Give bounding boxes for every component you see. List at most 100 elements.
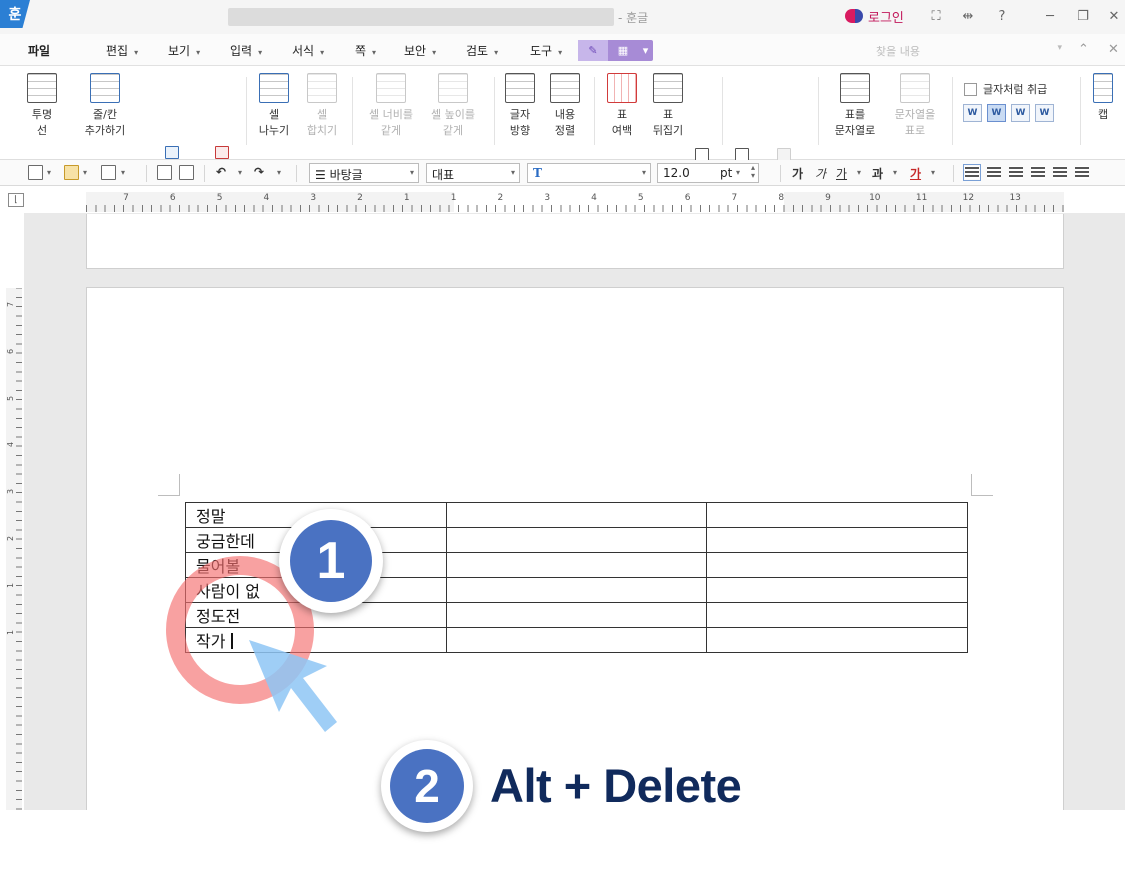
collapse-ribbon-icon[interactable]: ⌃ xyxy=(1078,42,1089,57)
save-icon[interactable] xyxy=(101,165,116,180)
chevron-down-icon[interactable]: ▾ xyxy=(857,168,861,177)
align-center-icon[interactable] xyxy=(1008,165,1024,180)
content-align-icon xyxy=(550,73,580,103)
table-cell[interactable] xyxy=(446,577,707,603)
table-layout-tab-icon[interactable]: ▦ xyxy=(608,40,638,61)
chevron-down-icon[interactable]: ▾ xyxy=(893,168,897,177)
align-split-icon[interactable] xyxy=(1074,165,1090,180)
menu-insert[interactable]: 입력 ▾ xyxy=(230,42,262,59)
font-select[interactable]: T ▾ xyxy=(527,163,651,183)
wrap-top-bottom-icon[interactable]: W xyxy=(987,104,1006,122)
vertical-ruler[interactable]: 7 6 5 4 3 2 1 1 xyxy=(6,288,22,828)
wrap-front-icon[interactable]: W xyxy=(1035,104,1054,122)
align-right-icon[interactable] xyxy=(1030,165,1046,180)
table-cell[interactable] xyxy=(446,552,707,578)
horizontal-ruler[interactable]: 7 6 5 4 3 2 1 1 2 3 4 5 6 7 8 9 10 11 12 13 xyxy=(86,192,1064,212)
chevron-down-icon[interactable]: ▾ xyxy=(277,168,281,177)
help-icon[interactable]: ? xyxy=(992,8,1012,26)
chevron-down-icon[interactable]: ▾ xyxy=(931,168,935,177)
chevron-down-icon[interactable]: ▾ xyxy=(47,168,51,177)
table-cell[interactable] xyxy=(446,502,707,528)
app-name: - 훈글 xyxy=(618,11,649,25)
menu-tools[interactable]: 도구 ▾ xyxy=(530,42,562,59)
ribbon-separator xyxy=(494,77,495,145)
ribbon-separator xyxy=(1080,77,1081,145)
table-cell[interactable] xyxy=(446,527,707,553)
table-margin-button[interactable]: 표 여백 xyxy=(602,73,642,139)
menu-page[interactable]: 쪽 ▾ xyxy=(355,42,376,59)
table-cell[interactable] xyxy=(706,502,968,528)
underline-button[interactable]: 가 xyxy=(836,165,847,182)
new-document-icon[interactable] xyxy=(28,165,43,180)
delete-col-icon[interactable] xyxy=(215,146,229,159)
content-align-button[interactable]: 내용 정렬 xyxy=(544,73,586,139)
table-cell[interactable] xyxy=(706,577,968,603)
font-size-input[interactable]: 12.0 pt ▾ ▴ ▾ xyxy=(657,163,759,183)
table-cell[interactable] xyxy=(446,602,707,628)
find-input[interactable]: 찾을 내용 ▾ xyxy=(876,43,1064,61)
style-select[interactable]: ☰ 바탕글 ▾ xyxy=(309,163,419,183)
chevron-down-icon[interactable]: ▾ xyxy=(83,168,87,177)
redo-icon[interactable]: ↷ xyxy=(254,165,264,179)
chevron-down-icon[interactable]: ▾ xyxy=(638,40,653,61)
caption-button[interactable]: 캡 xyxy=(1088,73,1118,123)
table-design-tab-icon[interactable]: ✎ xyxy=(578,40,608,61)
wrap-behind-icon[interactable]: W xyxy=(1011,104,1030,122)
size-stepper-icon[interactable]: ▴ ▾ xyxy=(751,164,755,180)
strikethrough-button[interactable]: 과 xyxy=(872,165,883,182)
text-direction-button[interactable]: 글자 방향 xyxy=(500,73,540,139)
ruler-toggle-icon[interactable]: ⌊ xyxy=(8,193,24,207)
align-distribute-icon[interactable] xyxy=(1052,165,1068,180)
italic-button[interactable]: 가 xyxy=(815,165,826,182)
merge-cell-button[interactable]: 셀 합치기 xyxy=(300,73,344,139)
text-to-table-button[interactable]: 문자열을 표로 xyxy=(886,73,944,139)
insert-row-col-button[interactable]: 줄/칸 추가하기 xyxy=(76,73,134,139)
fit-width-icon[interactable]: ⇹ xyxy=(958,8,978,26)
ruler-number: 3 xyxy=(544,193,551,203)
undo-icon[interactable]: ↶ xyxy=(216,165,226,179)
equal-width-icon xyxy=(376,73,406,103)
menu-view[interactable]: 보기 ▾ xyxy=(168,42,200,59)
menu-format[interactable]: 서식 ▾ xyxy=(292,42,324,59)
bold-button[interactable]: 가 xyxy=(792,165,803,182)
table-to-text-button[interactable]: 표를 문자열로 xyxy=(828,73,882,139)
insert-above-icon[interactable] xyxy=(165,146,179,159)
menu-review[interactable]: 검토 ▾ xyxy=(466,42,498,59)
wrap-square-icon[interactable]: W xyxy=(963,104,982,122)
split-cell-button[interactable]: 셀 나누기 xyxy=(252,73,296,139)
fullscreen-icon[interactable]: ⛶ xyxy=(926,8,946,26)
ruler-number: 3 xyxy=(310,193,317,203)
menu-edit[interactable]: 편집 ▾ xyxy=(106,42,138,59)
equal-height-button[interactable]: 셀 높이를 같게 xyxy=(424,73,482,139)
menu-security-label: 보안 xyxy=(404,44,427,58)
step-1-badge: 1 xyxy=(279,509,383,613)
transparent-line-button[interactable]: 투명 선 xyxy=(22,73,62,139)
close-icon[interactable]: ✕ xyxy=(1104,8,1124,26)
open-folder-icon[interactable] xyxy=(64,165,79,180)
login-button[interactable]: 로그인 xyxy=(845,6,904,26)
treat-as-char-checkbox[interactable]: 글자처럼 취급 xyxy=(964,81,1047,97)
font-color-button[interactable]: 가 xyxy=(910,165,921,182)
table-cell[interactable] xyxy=(706,552,968,578)
equal-width-button[interactable]: 셀 너비를 같게 xyxy=(362,73,420,139)
table-cell[interactable] xyxy=(706,602,968,628)
minimize-icon[interactable]: ─ xyxy=(1040,8,1060,26)
flip-table-button[interactable]: 표 뒤집기 xyxy=(646,73,690,139)
close-doc-icon[interactable]: ✕ xyxy=(1108,42,1119,57)
table-cell[interactable] xyxy=(706,627,968,653)
align-justify-icon[interactable] xyxy=(963,164,981,181)
align-left-icon[interactable] xyxy=(986,165,1002,180)
margin-mark-right xyxy=(971,474,993,496)
print-icon[interactable] xyxy=(157,165,172,180)
menu-security[interactable]: 보안 ▾ xyxy=(404,42,436,59)
font-category-select[interactable]: 대표 ▾ xyxy=(426,163,520,183)
restore-icon[interactable]: ❐ xyxy=(1073,8,1093,26)
table-cell[interactable] xyxy=(706,527,968,553)
table-cell[interactable] xyxy=(446,627,707,653)
document-title-redacted xyxy=(228,8,614,26)
chevron-down-icon[interactable]: ▾ xyxy=(121,168,125,177)
print-preview-icon[interactable] xyxy=(179,165,194,180)
menu-file[interactable]: 파일 xyxy=(28,42,50,59)
chevron-down-icon[interactable]: ▾ xyxy=(238,168,242,177)
ribbon-label: 줄/칸 추가하기 xyxy=(84,108,126,137)
